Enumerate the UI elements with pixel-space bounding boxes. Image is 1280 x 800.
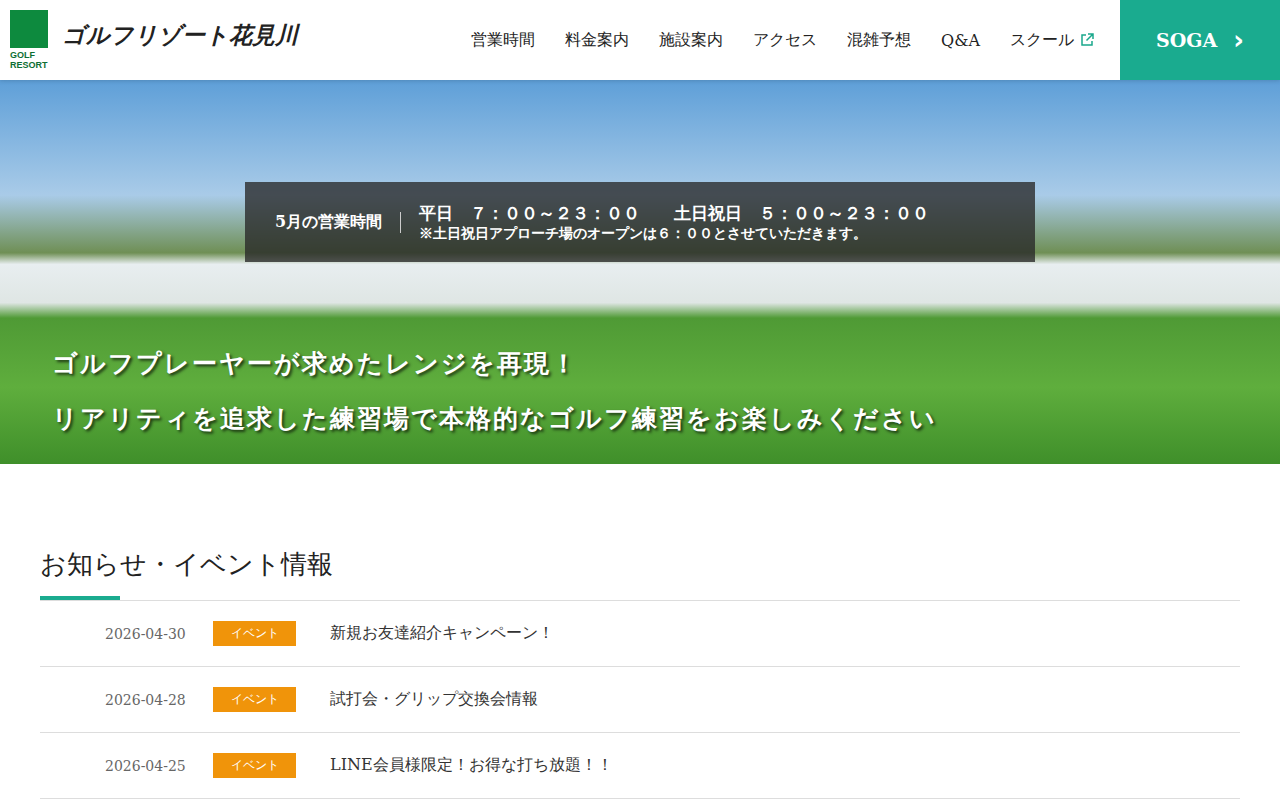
nav-item[interactable]: 混雑予想 [847, 30, 911, 51]
slogans: ゴルフプレーヤーが求めたレンジを再現！リアリティを追求した練習場で本格的なゴルフ… [52, 336, 937, 446]
news-tag: イベント [213, 621, 296, 646]
page: GOLFRESORT ゴルフリゾート花見川 営業時間 料金案内 施設案内 アクセ… [0, 0, 1280, 799]
nav-item[interactable]: 施設案内 [659, 30, 723, 51]
slogan: ゴルフプレーヤーが求めたレンジを再現！ [52, 336, 937, 391]
news-item-title: 試打会・グリップ交換会情報 [330, 689, 538, 710]
main-nav: 営業時間 料金案内 施設案内 アクセス 混雑予想 Q&A スクール [298, 30, 1120, 51]
hero: 5月の営業時間 平日 ７：００～２３：００ 土日祝日 ５：００～２３：００※土日… [0, 80, 1280, 464]
logo-mark-text: RESORT [10, 60, 50, 70]
soga-button[interactable]: SOGA › [1120, 0, 1280, 80]
slogan: リアリティを追求した練習場で本格的なゴルフ練習をお楽しみください [52, 391, 937, 446]
logo-mark: GOLFRESORT [10, 10, 50, 70]
hours-line: 平日 ７：００～２３：００ 土日祝日 ５：００～２３：００ [419, 202, 929, 224]
news-date: 2026-04-25 [105, 758, 213, 774]
external-link-icon [1080, 33, 1094, 47]
news-section: お知らせ・イベント情報 2026-04-30 イベント 新規お友達紹介キャンペー… [0, 464, 1280, 799]
news-row[interactable]: 2026-04-28 イベント 試打会・グリップ交換会情報 [40, 667, 1240, 733]
logo-name: ゴルフリゾート花見川 [62, 20, 298, 51]
news-row[interactable]: 2026-04-25 イベント LINE会員様限定！お得な打ち放題！！ [40, 733, 1240, 799]
hours-label: 5月の営業時間 [275, 212, 401, 233]
news-row[interactable]: 2026-04-30 イベント 新規お友達紹介キャンペーン！ [40, 601, 1240, 667]
news-item-title: LINE会員様限定！お得な打ち放題！！ [330, 755, 613, 776]
news-date: 2026-04-28 [105, 692, 213, 708]
title-accent [40, 596, 120, 600]
hours-lines: 平日 ７：００～２３：００ 土日祝日 ５：００～２３：００※土日祝日アプローチ場… [401, 202, 929, 242]
news-tag: イベント [213, 687, 296, 712]
news-tag: イベント [213, 753, 296, 778]
news-title: お知らせ・イベント情報 [40, 544, 1240, 600]
hours-banner: 5月の営業時間 平日 ７：００～２３：００ 土日祝日 ５：００～２３：００※土日… [245, 182, 1035, 262]
hours-line: ※土日祝日アプローチ場のオープンは６：００とさせていただきます。 [419, 224, 929, 242]
chevron-icon: › [1233, 27, 1244, 53]
soga-label: SOGA [1156, 29, 1217, 51]
logo-square-icon [10, 10, 48, 48]
title-rule [40, 600, 1240, 601]
logo[interactable]: GOLFRESORT ゴルフリゾート花見川 [0, 0, 298, 80]
nav-item[interactable]: アクセス [753, 30, 817, 51]
news-date: 2026-04-30 [105, 626, 213, 642]
logo-mark-text: GOLF [10, 50, 50, 60]
site-header: GOLFRESORT ゴルフリゾート花見川 営業時間 料金案内 施設案内 アクセ… [0, 0, 1280, 80]
nav-item[interactable]: 営業時間 [471, 30, 535, 51]
nav-item[interactable]: スクール [1010, 30, 1094, 51]
nav-item[interactable]: 料金案内 [565, 30, 629, 51]
news-item-title: 新規お友達紹介キャンペーン！ [330, 623, 554, 644]
nav-item[interactable]: Q&A [941, 30, 980, 51]
